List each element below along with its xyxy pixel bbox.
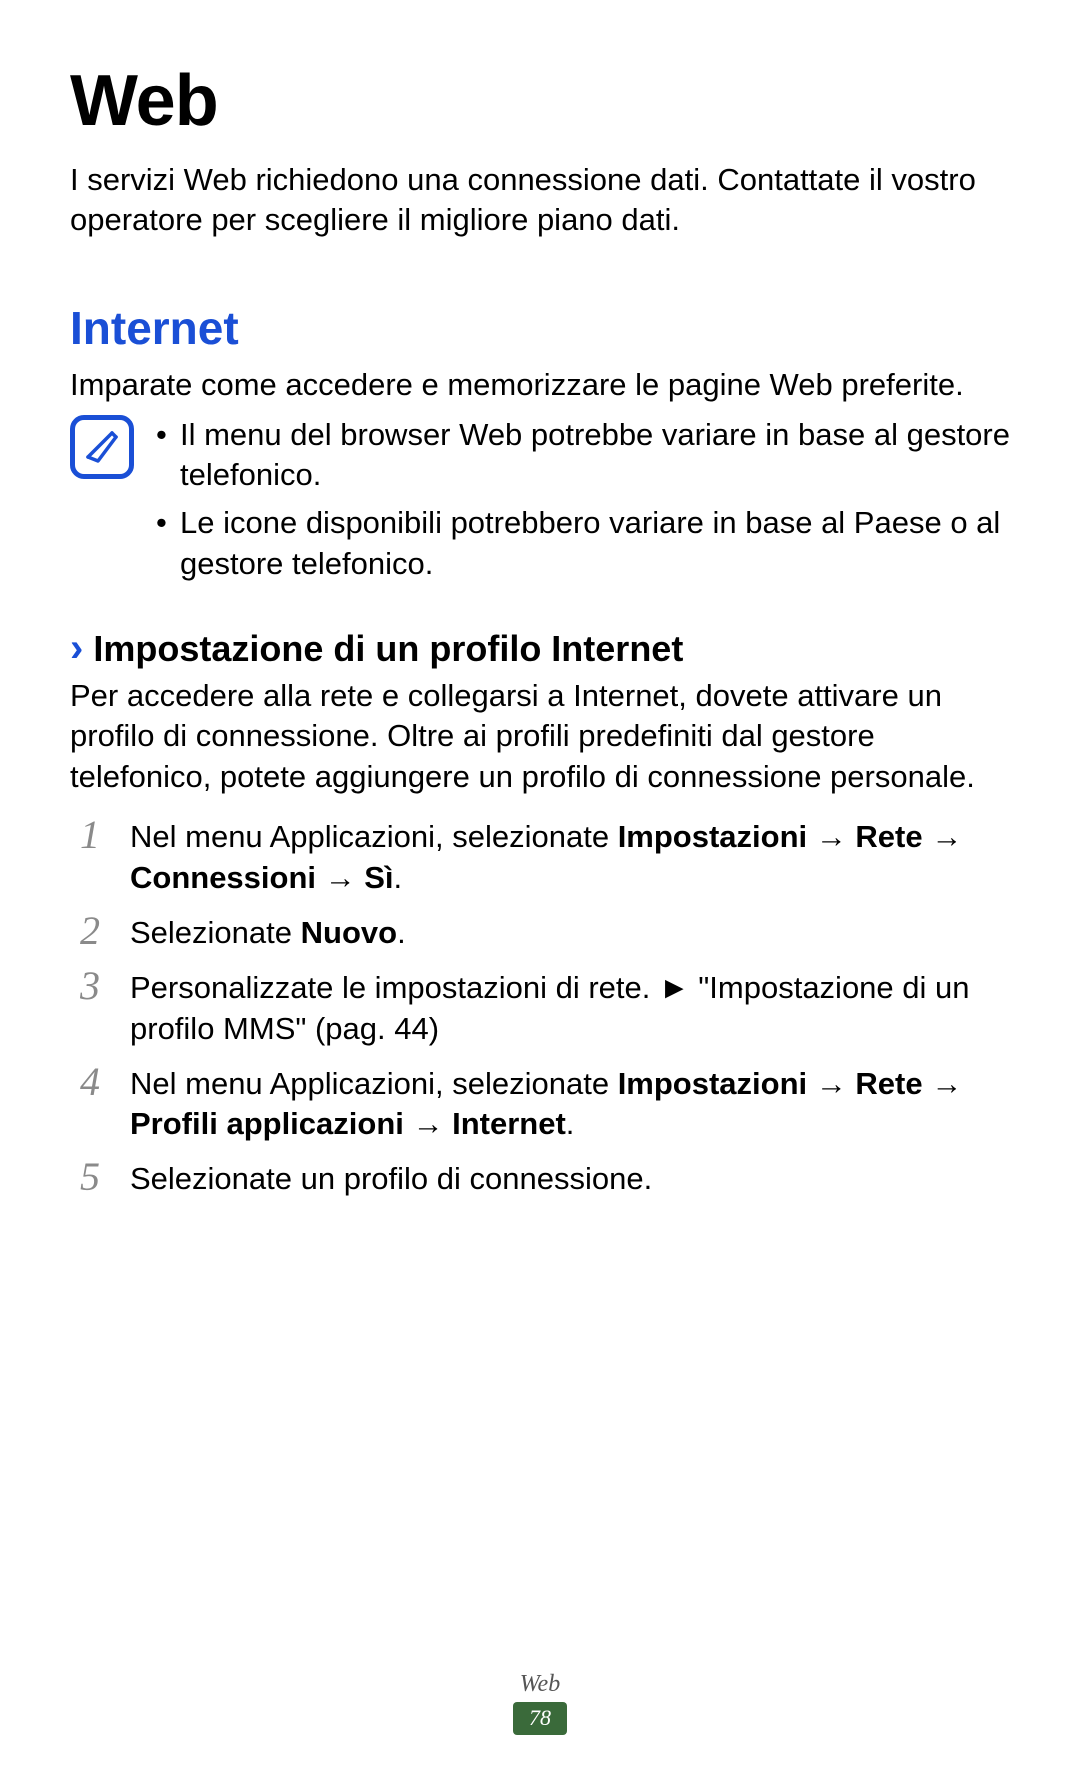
step-text: Nel menu Applicazioni, selezionate Impos… xyxy=(130,817,1010,899)
step-item: 2 Selezionate Nuovo. xyxy=(70,913,1010,954)
step-text: Selezionate Nuovo. xyxy=(130,913,1010,954)
page-footer: Web 78 xyxy=(0,1671,1080,1735)
note-item: Il menu del browser Web potrebbe variare… xyxy=(152,415,1010,496)
subsection-header: › Impostazione di un profilo Internet xyxy=(70,628,1010,670)
note-block: Il menu del browser Web potrebbe variare… xyxy=(70,415,1010,592)
footer-section-title: Web xyxy=(0,1671,1080,1698)
document-page: Web I servizi Web richiedono una conness… xyxy=(0,0,1080,1771)
step-text: Nel menu Applicazioni, selezionate Impos… xyxy=(130,1064,1010,1146)
section-description: Imparate come accedere e memorizzare le … xyxy=(70,365,1010,405)
step-item: 5 Selezionate un profilo di connessione. xyxy=(70,1159,1010,1200)
step-text: Selezionate un profilo di connessione. xyxy=(130,1159,1010,1200)
step-number: 3 xyxy=(70,966,110,1006)
step-number: 2 xyxy=(70,911,110,951)
step-item: 1 Nel menu Applicazioni, selezionate Imp… xyxy=(70,817,1010,899)
note-icon xyxy=(70,415,134,479)
subsection-heading: Impostazione di un profilo Internet xyxy=(93,628,683,670)
step-number: 1 xyxy=(70,815,110,855)
step-text: Personalizzate le impostazioni di rete. … xyxy=(130,968,1010,1050)
subsection-description: Per accedere alla rete e collegarsi a In… xyxy=(70,676,1010,797)
section-heading-internet: Internet xyxy=(70,301,1010,355)
note-list: Il menu del browser Web potrebbe variare… xyxy=(152,415,1010,592)
steps-list: 1 Nel menu Applicazioni, selezionate Imp… xyxy=(70,817,1010,1200)
page-title: Web xyxy=(70,60,1010,142)
step-item: 3 Personalizzate le impostazioni di rete… xyxy=(70,968,1010,1050)
page-number-badge: 78 xyxy=(513,1702,567,1735)
step-number: 5 xyxy=(70,1157,110,1197)
chevron-right-icon: › xyxy=(70,628,83,668)
intro-paragraph: I servizi Web richiedono una connessione… xyxy=(70,160,1010,241)
note-item: Le icone disponibili potrebbero variare … xyxy=(152,503,1010,584)
step-number: 4 xyxy=(70,1062,110,1102)
step-item: 4 Nel menu Applicazioni, selezionate Imp… xyxy=(70,1064,1010,1146)
